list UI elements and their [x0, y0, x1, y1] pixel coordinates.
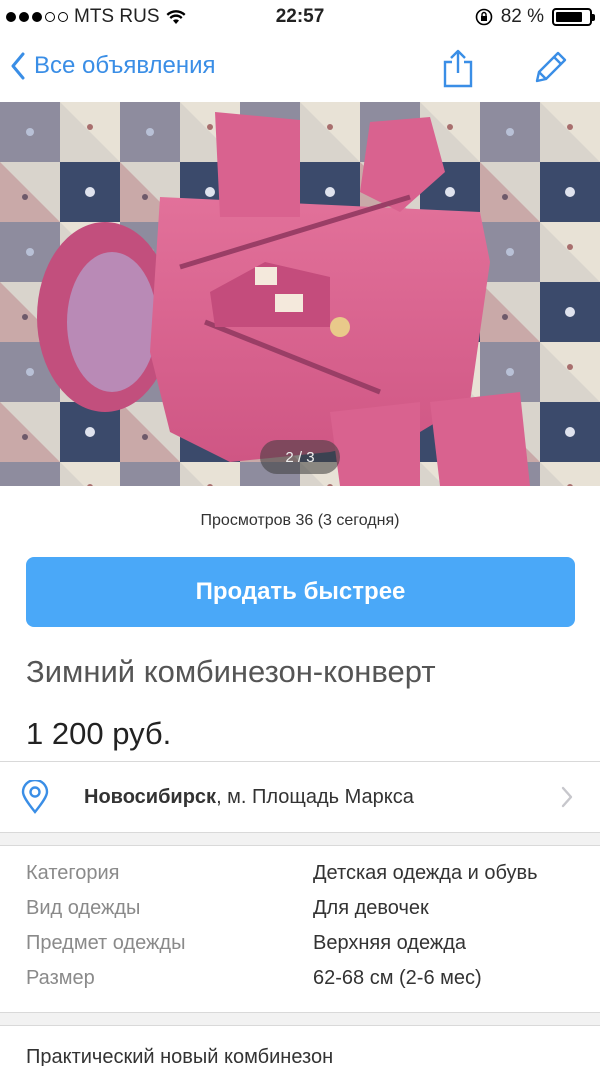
location-row[interactable]: Новосибирск, м. Площадь Маркса: [0, 762, 600, 832]
rotation-lock-icon: [475, 8, 492, 26]
param-label: Категория: [26, 862, 120, 884]
photo-counter: 2 / 3: [260, 440, 340, 474]
status-bar: MTS RUS 22:57 82 %: [0, 0, 600, 36]
battery-percent: 82 %: [500, 6, 544, 27]
pencil-icon: [535, 51, 567, 83]
listing-price: 1 200 руб.: [26, 716, 172, 751]
section-separator: [0, 1012, 600, 1026]
param-value: Детская одежда и обувь: [313, 862, 538, 884]
chevron-right-icon: [561, 786, 573, 808]
location-city: Новосибирск: [84, 786, 217, 808]
location-text: Новосибирск, м. Площадь Маркса: [84, 786, 414, 809]
location-metro: , м. Площадь Маркса: [216, 786, 414, 808]
share-button[interactable]: [440, 48, 476, 93]
param-value: Верхняя одежда: [313, 932, 467, 954]
battery-icon: [552, 8, 595, 26]
param-value: Для девочек: [313, 897, 429, 919]
listing-photo[interactable]: [0, 102, 600, 486]
listing-description: Практический новый комбинезон: [26, 1046, 334, 1066]
param-value: 62-68 см (2-6 мес): [313, 967, 482, 989]
share-icon: [443, 49, 473, 88]
param-label: Вид одежды: [26, 897, 141, 919]
snowsuit-photo-image: [0, 102, 600, 486]
param-label: Размер: [26, 967, 95, 989]
listing-title: Зимний комбинезон-конверт: [26, 654, 436, 689]
param-label: Предмет одежды: [26, 932, 186, 954]
chevron-left-icon: [11, 52, 25, 80]
section-separator: [0, 832, 600, 846]
navigation-bar: Все объявления: [0, 36, 600, 102]
battery-info: 82 %: [475, 6, 595, 28]
back-label: Все объявления: [34, 52, 216, 79]
sell-faster-button[interactable]: Продать быстрее: [26, 557, 575, 627]
edit-button[interactable]: [532, 48, 570, 91]
back-button[interactable]: Все объявления: [10, 52, 216, 80]
view-count: Просмотров 36 (3 сегодня): [200, 512, 400, 529]
location-pin-icon: [21, 780, 49, 814]
